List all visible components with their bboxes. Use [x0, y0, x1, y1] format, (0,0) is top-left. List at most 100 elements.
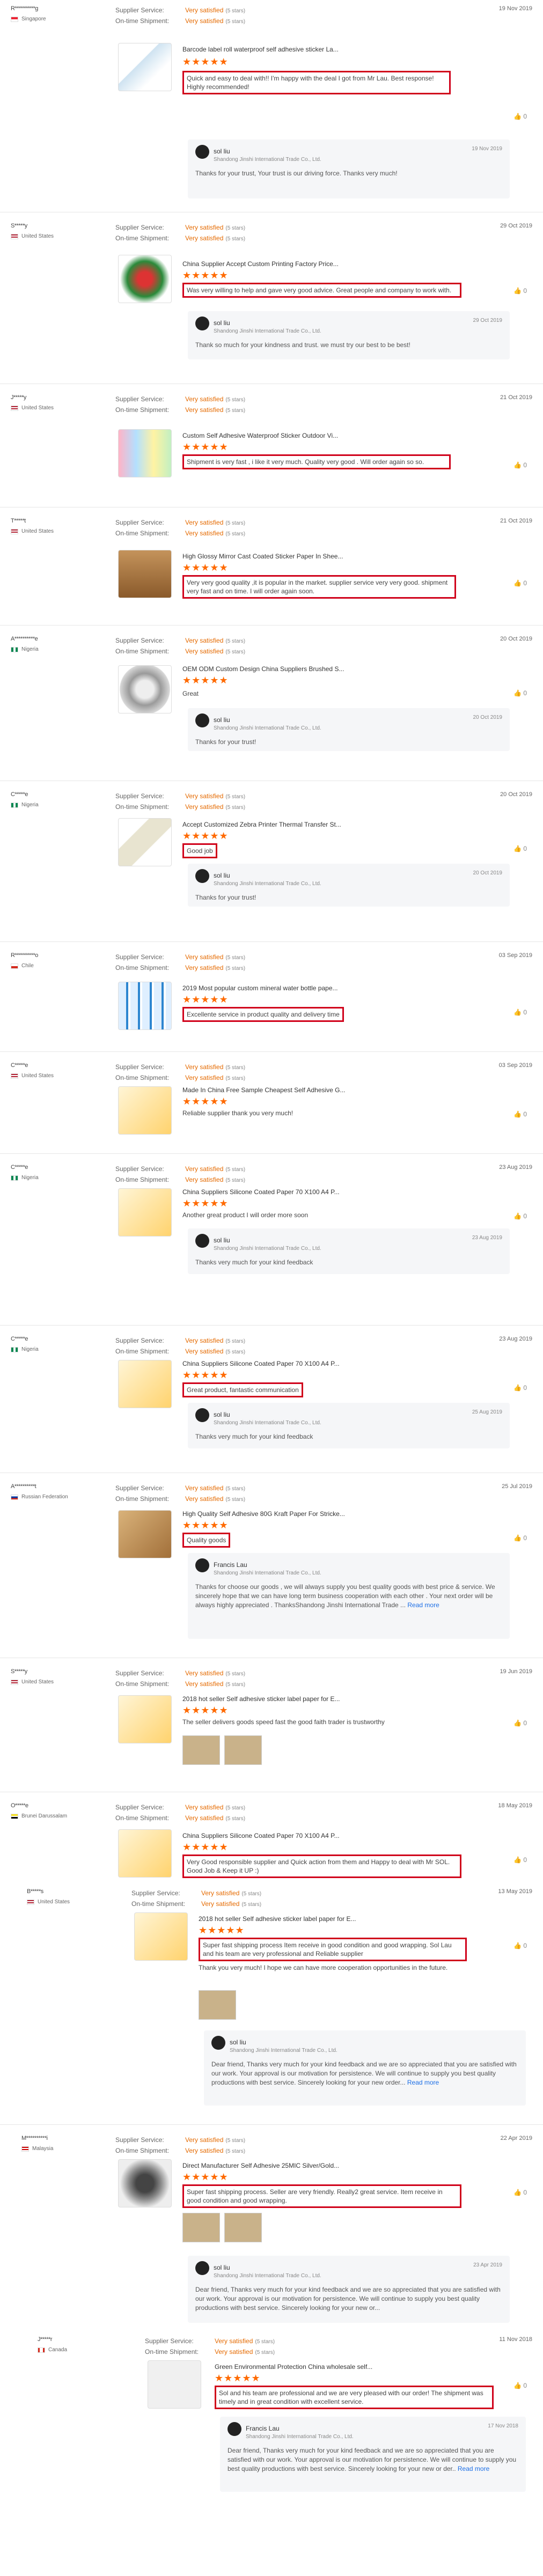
- reply-author: sol liu: [214, 1237, 230, 1245]
- product-thumbnail[interactable]: [118, 818, 172, 866]
- like-button[interactable]: 👍 0: [513, 579, 527, 587]
- review-photos[interactable]: [182, 1735, 262, 1765]
- product-thumbnail[interactable]: [118, 1829, 172, 1878]
- flag-icon: [11, 405, 18, 411]
- review-photos[interactable]: [182, 2213, 262, 2242]
- product-thumbnail[interactable]: [134, 1912, 188, 1961]
- review-photo[interactable]: [224, 1735, 262, 1765]
- like-button[interactable]: 👍 0: [513, 113, 527, 120]
- like-button[interactable]: 👍 0: [513, 1110, 527, 1118]
- rating-sub: (5 stars): [225, 1076, 246, 1081]
- product-thumbnail[interactable]: [118, 43, 172, 91]
- rating-sub: (5 stars): [255, 2339, 275, 2345]
- product-link[interactable]: 2018 hot seller Self adhesive sticker la…: [199, 1915, 356, 1923]
- product-link[interactable]: China Supplier Accept Custom Printing Fa…: [182, 260, 339, 268]
- like-count: 0: [523, 1719, 527, 1727]
- review-date: 22 Apr 2019: [500, 2135, 532, 2141]
- product-link[interactable]: China Suppliers Silicone Coated Paper 70…: [182, 1360, 340, 1367]
- reviewer-country: Nigeria: [21, 1346, 39, 1352]
- like-button[interactable]: 👍 0: [513, 461, 527, 469]
- like-button[interactable]: 👍 0: [513, 845, 527, 852]
- like-button[interactable]: 👍 0: [513, 2189, 527, 2196]
- review-photos[interactable]: [199, 1990, 236, 2020]
- on-time-shipment-label: On-time Shipment:: [115, 529, 170, 537]
- reply-text: Thanks very much for your kind feedback: [195, 1433, 313, 1440]
- star-rating: ★★★★★: [182, 562, 229, 573]
- review-photo[interactable]: [182, 2213, 220, 2242]
- reviewer-country: Canada: [48, 2347, 68, 2353]
- product-link[interactable]: Green Environmental Protection China who…: [215, 2363, 372, 2371]
- product-thumbnail[interactable]: [118, 1188, 172, 1237]
- reply-company: Shandong Jinshi International Trade Co.,…: [246, 2434, 354, 2440]
- reviewer-name: A**********t: [11, 1483, 36, 1490]
- like-button[interactable]: 👍 0: [513, 1942, 527, 1949]
- product-thumbnail[interactable]: [118, 2159, 172, 2207]
- product-link[interactable]: Direct Manufacturer Self Adhesive 25MIC …: [182, 2162, 339, 2169]
- product-link[interactable]: Custom Self Adhesive Waterproof Sticker …: [182, 432, 338, 439]
- review-date: 21 Oct 2019: [500, 394, 532, 401]
- on-time-shipment-label: On-time Shipment:: [115, 234, 170, 242]
- rating-value: Very satisfied: [185, 2147, 224, 2154]
- product-thumbnail[interactable]: [118, 1086, 172, 1135]
- reply-author: Francis Lau: [214, 1561, 247, 1569]
- like-button[interactable]: 👍 0: [513, 689, 527, 697]
- product-thumbnail[interactable]: [118, 1360, 172, 1408]
- product-thumbnail[interactable]: [148, 2360, 201, 2409]
- like-button[interactable]: 👍 0: [513, 1212, 527, 1220]
- like-button[interactable]: 👍 0: [513, 1384, 527, 1392]
- review-photo[interactable]: [182, 1735, 220, 1765]
- like-count: 0: [523, 461, 527, 469]
- star-rating: ★★★★★: [182, 1705, 229, 1716]
- rating-value: Very satisfied: [185, 406, 224, 414]
- divider: [0, 1153, 543, 1154]
- reviewer-name: S*****y: [11, 1668, 27, 1675]
- product-link[interactable]: High Quality Self Adhesive 80G Kraft Pap…: [182, 1510, 345, 1518]
- star-rating: ★★★★★: [182, 1096, 229, 1107]
- seller-reply: sol liu Shandong Jinshi International Tr…: [188, 139, 510, 198]
- avatar: [195, 713, 209, 727]
- like-button[interactable]: 👍 0: [513, 1719, 527, 1727]
- on-time-shipment-label: On-time Shipment:: [115, 803, 170, 811]
- rating-value: Very satisfied: [185, 1348, 224, 1355]
- product-thumbnail[interactable]: [118, 429, 172, 477]
- product-link[interactable]: China Suppliers Silicone Coated Paper 70…: [182, 1832, 340, 1839]
- like-button[interactable]: 👍 0: [513, 2382, 527, 2389]
- star-rating: ★★★★★: [182, 2172, 229, 2182]
- like-button[interactable]: 👍 0: [513, 287, 527, 295]
- rating-value: Very satisfied: [185, 234, 224, 242]
- review-photo[interactable]: [199, 1990, 236, 2020]
- like-button[interactable]: 👍 0: [513, 1856, 527, 1864]
- reviewer-country: Russian Federation: [21, 1494, 68, 1500]
- product-link[interactable]: 2019 Most popular custom mineral water b…: [182, 984, 338, 992]
- reply-author: sol liu: [214, 2264, 230, 2272]
- like-button[interactable]: 👍 0: [513, 1009, 527, 1016]
- review-photo[interactable]: [224, 2213, 262, 2242]
- product-link[interactable]: Barcode label roll waterproof self adhes…: [182, 46, 339, 53]
- reviewer-name: S*****y: [11, 223, 27, 229]
- flag-icon: [11, 1175, 18, 1181]
- product-link[interactable]: 2018 hot seller Self adhesive sticker la…: [182, 1695, 340, 1703]
- product-link[interactable]: Accept Customized Zebra Printer Thermal …: [182, 821, 341, 828]
- product-link[interactable]: Made In China Free Sample Cheapest Self …: [182, 1086, 346, 1094]
- product-thumbnail[interactable]: [118, 1510, 172, 1558]
- rating-value: Very satisfied: [185, 395, 224, 403]
- product-thumbnail[interactable]: [118, 255, 172, 303]
- product-thumbnail[interactable]: [118, 982, 172, 1030]
- product-link[interactable]: OEM ODM Custom Design China Suppliers Br…: [182, 665, 344, 673]
- product-thumbnail[interactable]: [118, 665, 172, 713]
- reply-date: 20 Oct 2019: [473, 715, 502, 720]
- reviewer-country: Nigeria: [21, 802, 39, 808]
- product-thumbnail[interactable]: [118, 1695, 172, 1743]
- read-more-link[interactable]: Read more: [407, 1601, 439, 1609]
- product-link[interactable]: China Suppliers Silicone Coated Paper 70…: [182, 1188, 340, 1196]
- seller-reply: Francis Lau Shandong Jinshi Internationa…: [188, 1553, 510, 1639]
- seller-reply: Francis Lau Shandong Jinshi Internationa…: [220, 2417, 526, 2492]
- like-button[interactable]: 👍 0: [513, 1534, 527, 1542]
- product-thumbnail[interactable]: [118, 550, 172, 598]
- read-more-link[interactable]: Read more: [407, 2079, 439, 2086]
- rating-value: Very satisfied: [185, 1176, 224, 1183]
- reply-author: sol liu: [214, 872, 230, 880]
- read-more-link[interactable]: Read more: [458, 2465, 489, 2472]
- reviewer-name: C*****e: [11, 1336, 28, 1342]
- product-link[interactable]: High Glossy Mirror Cast Coated Sticker P…: [182, 553, 343, 560]
